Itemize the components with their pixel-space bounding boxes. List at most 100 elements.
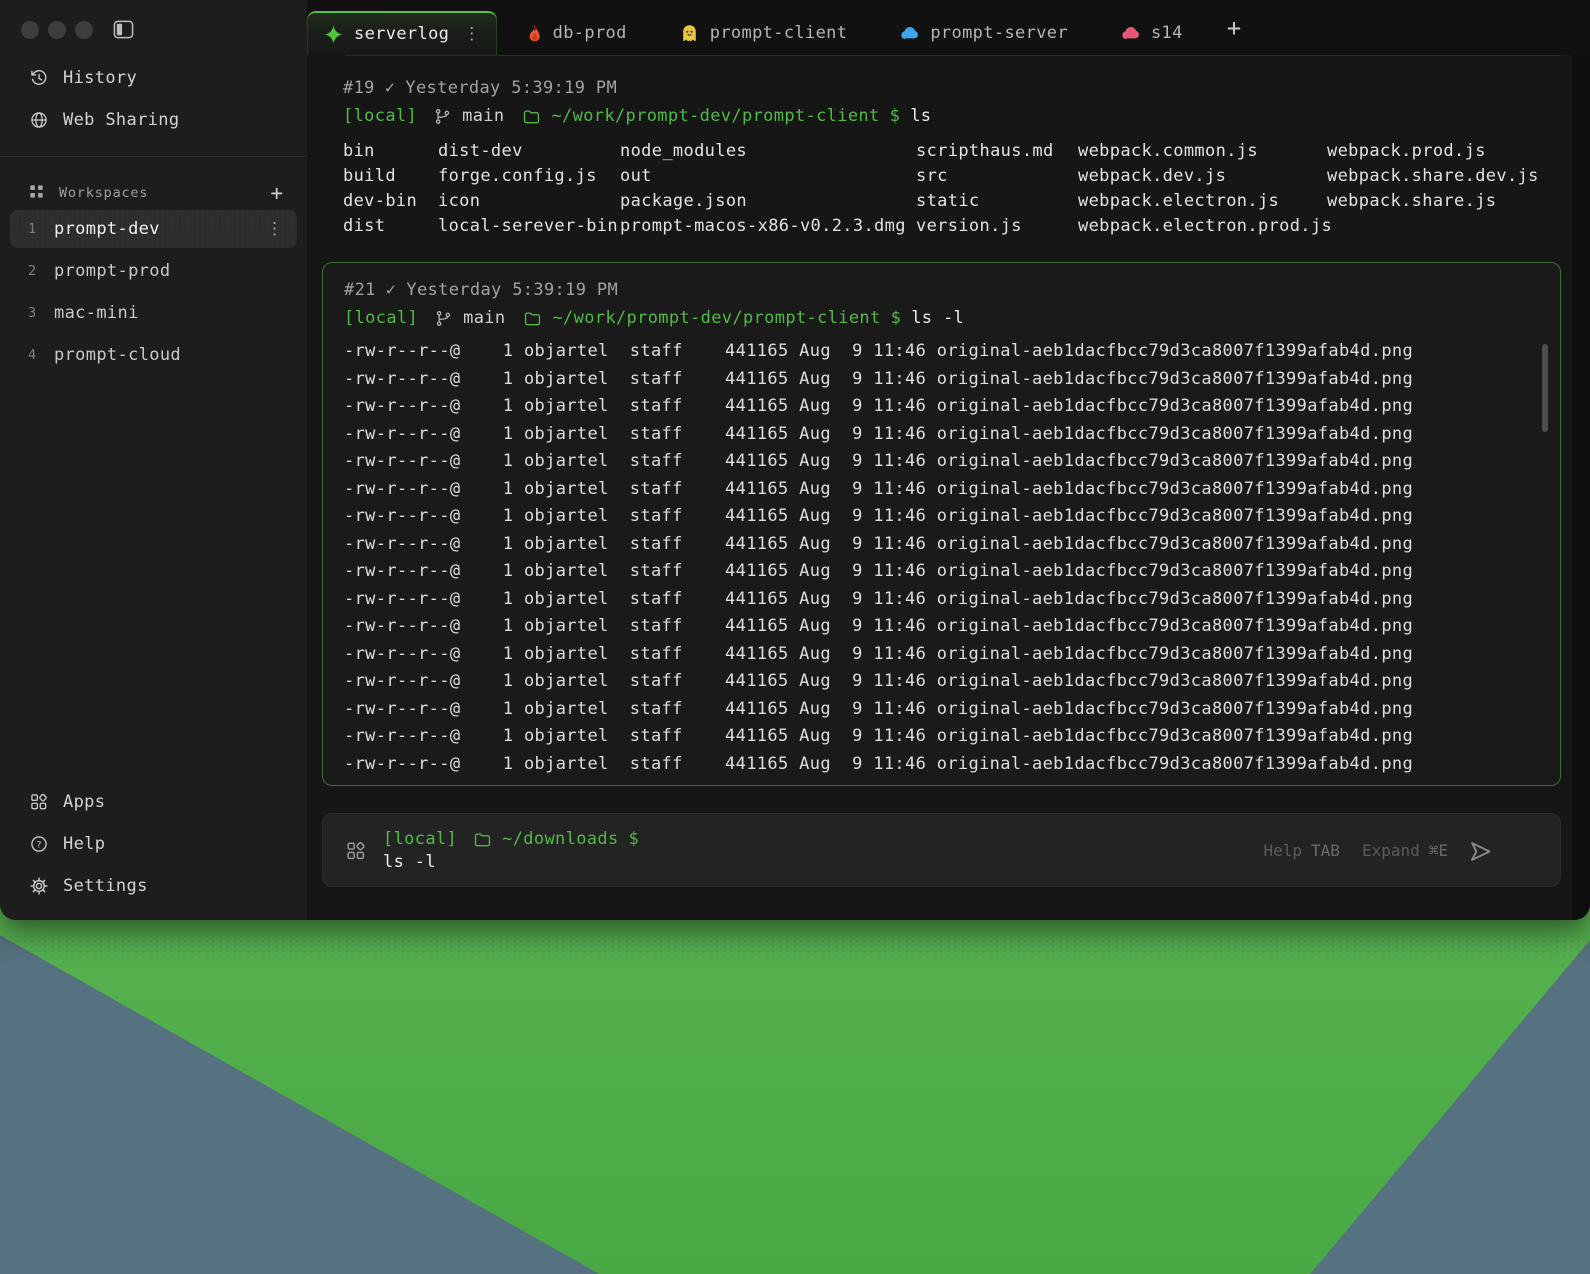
ls-column: webpack.prod.js webpack.share.dev.js webpa…	[1327, 139, 1539, 239]
ls-row: -rw-r--r--@ 1 objartel staff 441165 Aug …	[344, 533, 1414, 554]
screen: History Web Sharing Workspaces + 1 prompt-…	[0, 0, 1590, 1274]
apps-icon	[345, 840, 367, 866]
ls-row: -rw-r--r--@ 1 objartel staff 441165 Aug …	[344, 698, 1414, 719]
ls-row: -rw-r--r--@ 1 objartel staff 441165 Aug …	[344, 341, 1414, 361]
block-id: #21	[344, 280, 376, 300]
ls-row: -rw-r--r--@ 1 objartel staff 441165 Aug …	[344, 616, 1414, 636]
check-icon: ✓	[384, 78, 396, 98]
command-input-value[interactable]: ls -l	[383, 852, 639, 878]
file-name: webpack.prod.js	[1327, 141, 1486, 161]
send-icon[interactable]	[1467, 838, 1494, 869]
window-zoom-button[interactable]	[75, 21, 93, 39]
workspaces-label: Workspaces	[59, 185, 149, 201]
command-text: ls -l	[911, 308, 965, 328]
workspace-item-prompt-prod[interactable]: 2 prompt-prod	[10, 252, 297, 290]
sidebar-toggle-icon[interactable]	[112, 19, 135, 44]
flame-icon	[523, 23, 543, 43]
file-name: package.json	[620, 191, 748, 211]
tab-s14[interactable]: s14	[1094, 11, 1209, 55]
workspace-item-prompt-dev[interactable]: 1 prompt-dev ⋮	[10, 210, 297, 248]
ls-long-output: -rw-r--r--@ 1 objartel staff 441165 Aug …	[344, 338, 1560, 778]
workspace-menu-icon[interactable]: ⋮	[266, 219, 283, 239]
hint-help: Help TAB	[1264, 841, 1340, 860]
command-block-21-selected[interactable]: #21 ✓ Yesterday 5:39:19 PM [local] main	[322, 262, 1561, 786]
ls-row: -rw-r--r--@ 1 objartel staff 441165 Aug …	[344, 506, 1414, 526]
tab-db-prod[interactable]: db-prod	[497, 11, 653, 55]
sparkle-icon	[323, 24, 344, 45]
cloud-blue-icon	[899, 23, 920, 44]
file-name: bin	[343, 141, 375, 161]
sidebar-item-apps[interactable]: Apps	[0, 781, 307, 823]
file-name: dev-bin	[343, 191, 418, 211]
tab-label: serverlog	[354, 24, 450, 44]
file-name: webpack.electron.js	[1078, 191, 1280, 211]
file-name: prompt-macos-x86-v0.2.3.dmg	[620, 216, 906, 236]
sidebar-item-history[interactable]: History	[0, 57, 307, 99]
main-pane: serverlog ⋮ db-prod prompt-client prompt-ser…	[307, 0, 1590, 920]
desktop-wallpaper	[0, 900, 1590, 1274]
sidebar-item-label: Help	[63, 834, 106, 854]
tab-serverlog[interactable]: serverlog ⋮	[307, 11, 497, 55]
file-name: scripthaus.md	[916, 141, 1054, 161]
prompt-sign: $	[889, 106, 901, 126]
apps-icon	[28, 792, 49, 812]
tab-prompt-server[interactable]: prompt-server	[873, 11, 1094, 55]
block-scrollbar-thumb[interactable]	[1542, 344, 1548, 432]
sidebar-item-label: Web Sharing	[63, 110, 180, 130]
sidebar-item-web-sharing[interactable]: Web Sharing	[0, 99, 307, 141]
window-controls[interactable]	[21, 21, 93, 39]
wallpaper-dither-band	[0, 934, 1590, 960]
ls-column: webpack.common.js webpack.dev.js webpack.e…	[1078, 139, 1333, 239]
ghost-icon	[679, 23, 700, 44]
new-tab-button[interactable]: +	[1221, 15, 1247, 41]
ls-row: -rw-r--r--@ 1 objartel staff 441165 Aug …	[344, 396, 1414, 416]
prompt-sign: $	[628, 829, 640, 849]
prompt-sign: $	[890, 308, 902, 328]
workspace-list: 1 prompt-dev ⋮ 2 prompt-prod 3 mac-mini 4 prompt…	[0, 210, 307, 378]
tab-label: s14	[1150, 23, 1183, 43]
block-header: #21 ✓ Yesterday 5:39:19 PM	[344, 277, 1560, 303]
file-name: webpack.electron.prod.js	[1078, 216, 1333, 236]
tab-label: prompt-client	[709, 23, 848, 43]
tab-bar: serverlog ⋮ db-prod prompt-client prompt-ser…	[307, 0, 1590, 55]
window-minimize-button[interactable]	[48, 21, 66, 39]
file-name: local-serever-bin	[438, 216, 618, 236]
tabbar-divider	[345, 55, 1560, 56]
hint-key: ⌘E	[1428, 840, 1448, 860]
file-name: webpack.share.js	[1327, 191, 1497, 211]
sidebar-item-label: Apps	[63, 792, 106, 812]
host-label: [local]	[344, 308, 419, 328]
workspace-number: 4	[28, 347, 37, 363]
host-label: [local]	[343, 106, 418, 126]
tab-label: db-prod	[552, 23, 627, 43]
file-name: src	[916, 166, 948, 186]
check-icon: ✓	[385, 280, 397, 300]
tab-menu-icon[interactable]: ⋮	[463, 24, 480, 44]
globe-icon	[28, 110, 49, 130]
hint-label: Expand	[1361, 840, 1420, 860]
file-name: static	[916, 191, 980, 211]
file-name: icon	[438, 191, 481, 211]
add-workspace-button[interactable]: +	[270, 182, 283, 204]
file-name: webpack.share.dev.js	[1327, 166, 1539, 186]
cwd-path: ~/downloads	[502, 829, 619, 849]
block-timestamp: Yesterday 5:39:19 PM	[405, 78, 618, 98]
ls-row: -rw-r--r--@ 1 objartel staff 441165 Aug …	[344, 671, 1414, 691]
workspace-item-mac-mini[interactable]: 3 mac-mini	[10, 294, 297, 332]
workspaces-header: Workspaces +	[0, 176, 307, 210]
workspace-item-prompt-cloud[interactable]: 4 prompt-cloud	[10, 336, 297, 374]
command-block-19[interactable]: #19 ✓ Yesterday 5:39:19 PM [local] main	[322, 75, 1575, 239]
ls-row: -rw-r--r--@ 1 objartel staff 441165 Aug …	[344, 643, 1414, 664]
file-name: dist-dev	[438, 141, 523, 161]
tab-prompt-client[interactable]: prompt-client	[653, 11, 874, 55]
ls-row: -rw-r--r--@ 1 objartel staff 441165 Aug …	[344, 588, 1414, 609]
input-prompt-line: [local] ~/downloads $	[383, 826, 639, 852]
ls-row: -rw-r--r--@ 1 objartel staff 441165 Aug …	[344, 726, 1414, 746]
ls-output: bin build dev-bin dist dist-dev forge.config.…	[343, 139, 1575, 239]
window-close-button[interactable]	[21, 21, 39, 39]
sidebar-item-settings[interactable]: Settings	[0, 865, 307, 907]
command-input-box[interactable]: [local] ~/downloads $ ls -l Help TAB Expan…	[322, 813, 1561, 887]
file-name: dist	[343, 216, 386, 236]
sidebar-item-help[interactable]: ? Help	[0, 823, 307, 865]
sidebar-item-label: History	[63, 68, 138, 88]
